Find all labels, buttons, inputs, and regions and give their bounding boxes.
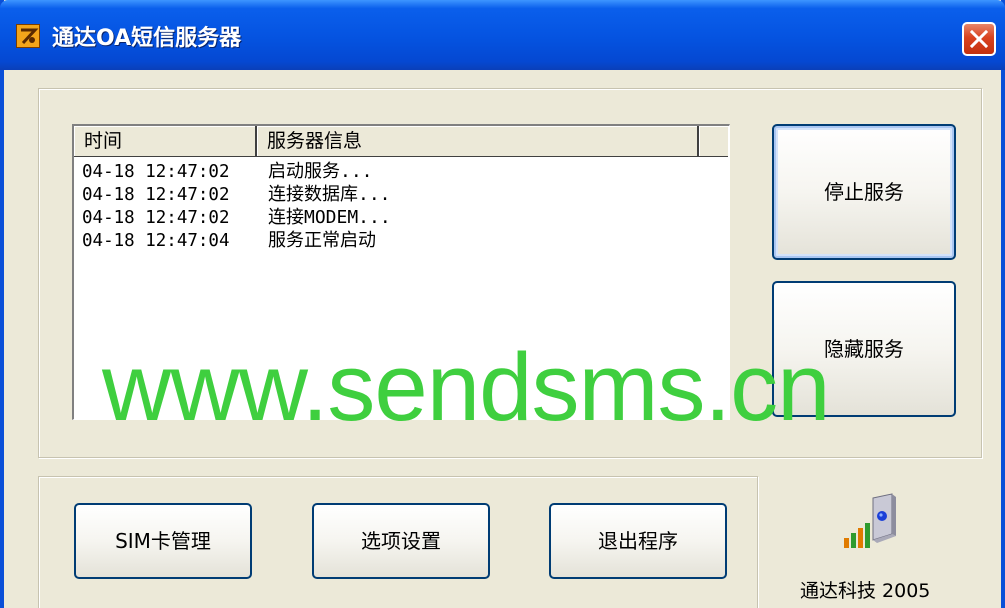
column-header-extra[interactable] [699,126,728,156]
app-logo-icon [16,24,40,48]
close-icon [970,30,988,48]
list-item[interactable]: 04-18 12:47:02 连接MODEM... [82,206,391,229]
log-rows: 04-18 12:47:02 启动服务... 04-18 12:47:02 连接数据… [82,160,391,252]
title-bar[interactable]: 通达OA短信服务器 [0,0,1005,70]
window-title: 通达OA短信服务器 [52,26,242,51]
stop-service-button[interactable]: 停止服务 [772,124,956,260]
close-button[interactable] [962,22,996,56]
log-message: 连接数据库... [268,184,391,205]
options-button[interactable]: 选项设置 [312,503,490,579]
log-message: 连接MODEM... [268,207,391,228]
company-label: 通达科技 2005 [800,580,931,602]
list-item[interactable]: 04-18 12:47:02 启动服务... [82,160,391,183]
log-message: 服务正常启动 [268,230,376,251]
list-item[interactable]: 04-18 12:47:02 连接数据库... [82,183,391,206]
column-header-time[interactable]: 时间 [74,126,257,156]
column-header-server-info[interactable]: 服务器信息 [257,126,699,156]
log-time: 04-18 12:47:02 [82,208,230,228]
log-time: 04-18 12:47:02 [82,185,230,205]
log-time: 04-18 12:47:02 [82,162,230,182]
log-time: 04-18 12:47:04 [82,231,230,251]
list-header: 时间 服务器信息 [74,126,728,157]
exit-button[interactable]: 退出程序 [549,503,727,579]
log-message: 启动服务... [268,161,373,182]
app-window: 通达OA短信服务器 时间 服务器信息 04-18 12:47:02 启动服务...… [0,0,1005,608]
list-item[interactable]: 04-18 12:47:04 服务正常启动 [82,229,391,252]
sim-manage-button[interactable]: SIM卡管理 [74,503,252,579]
server-log-list[interactable]: 时间 服务器信息 04-18 12:47:02 启动服务... 04-18 12:… [71,123,731,421]
hide-service-button[interactable]: 隐藏服务 [772,281,956,417]
signal-phone-icon [840,490,900,556]
